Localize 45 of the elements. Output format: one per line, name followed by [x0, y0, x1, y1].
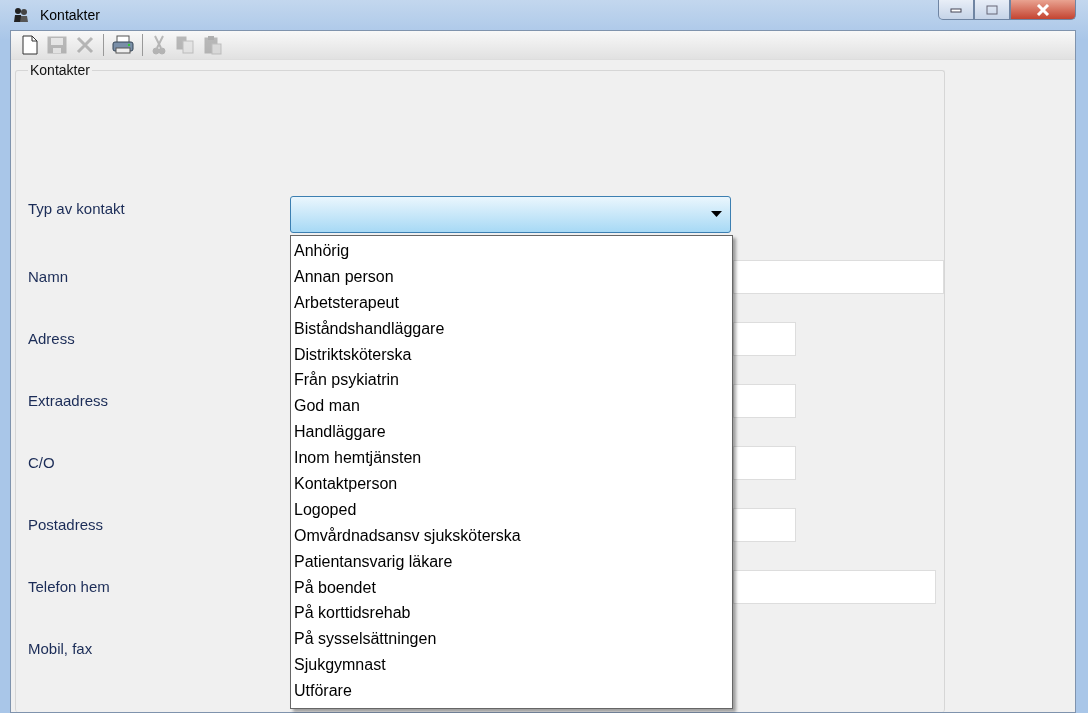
field-label: C/O: [28, 454, 56, 471]
dropdown-option[interactable]: Kontaktperson: [291, 471, 732, 497]
input-field[interactable]: [733, 259, 944, 294]
dropdown-option[interactable]: Anhörig: [291, 238, 732, 264]
field-label: Mobil, fax: [28, 640, 94, 657]
input-field[interactable]: [733, 445, 796, 480]
group-title: Kontakter: [29, 62, 91, 78]
dropdown-option[interactable]: På boendet: [291, 574, 732, 601]
print-button[interactable]: [110, 33, 136, 57]
minimize-button[interactable]: [938, 0, 974, 20]
dropdown-option[interactable]: Från psykiatrin: [291, 367, 732, 394]
close-icon: [1036, 3, 1050, 16]
field-label: Typ av kontakt: [28, 199, 126, 217]
window-title: Kontakter: [40, 7, 100, 23]
input-field[interactable]: [733, 321, 796, 356]
dropdown-option[interactable]: Sjukgymnast: [291, 652, 732, 679]
dropdown-option[interactable]: God man: [291, 393, 732, 420]
dropdown-option[interactable]: Biståndshandläggare: [291, 315, 732, 342]
dropdown-option[interactable]: Annan person: [291, 263, 732, 290]
new-button[interactable]: [19, 33, 41, 57]
field-label: Namn: [28, 268, 69, 285]
field-label: Adress: [28, 330, 76, 347]
close-button[interactable]: [1010, 0, 1076, 20]
dropdown-option[interactable]: På korttidsrehab: [291, 600, 732, 627]
dropdown-option[interactable]: Arbetsterapeut: [291, 289, 732, 316]
dropdown-option[interactable]: Logoped: [291, 496, 732, 523]
maximize-icon: [986, 4, 998, 15]
contacts-icon: [13, 7, 29, 23]
dropdown-option[interactable]: Inom hemtjänsten: [291, 445, 732, 471]
caret-icon: [711, 211, 722, 218]
contact-type-dropdown[interactable]: [290, 196, 731, 233]
dropdown-option[interactable]: Patientansvarig läkare: [291, 548, 732, 575]
dropdown-option[interactable]: Utförare: [291, 678, 732, 705]
input-field[interactable]: [733, 507, 796, 542]
dropdown-option[interactable]: Handläggare: [291, 419, 732, 446]
dropdown-option[interactable]: Omvårdnadsansv sjuksköterska: [291, 522, 732, 549]
field-label: Postadress: [28, 516, 105, 533]
field-label: Telefon hem: [28, 578, 111, 595]
maximize-button[interactable]: [974, 0, 1010, 20]
dropdown-option[interactable]: På sysselsättningen: [291, 626, 732, 653]
minimize-icon: [950, 6, 962, 13]
input-field[interactable]: [733, 383, 796, 418]
dropdown-option[interactable]: Distriktsköterska: [291, 341, 732, 368]
input-field[interactable]: [733, 569, 936, 604]
field-label: Extraadress: [28, 392, 110, 409]
